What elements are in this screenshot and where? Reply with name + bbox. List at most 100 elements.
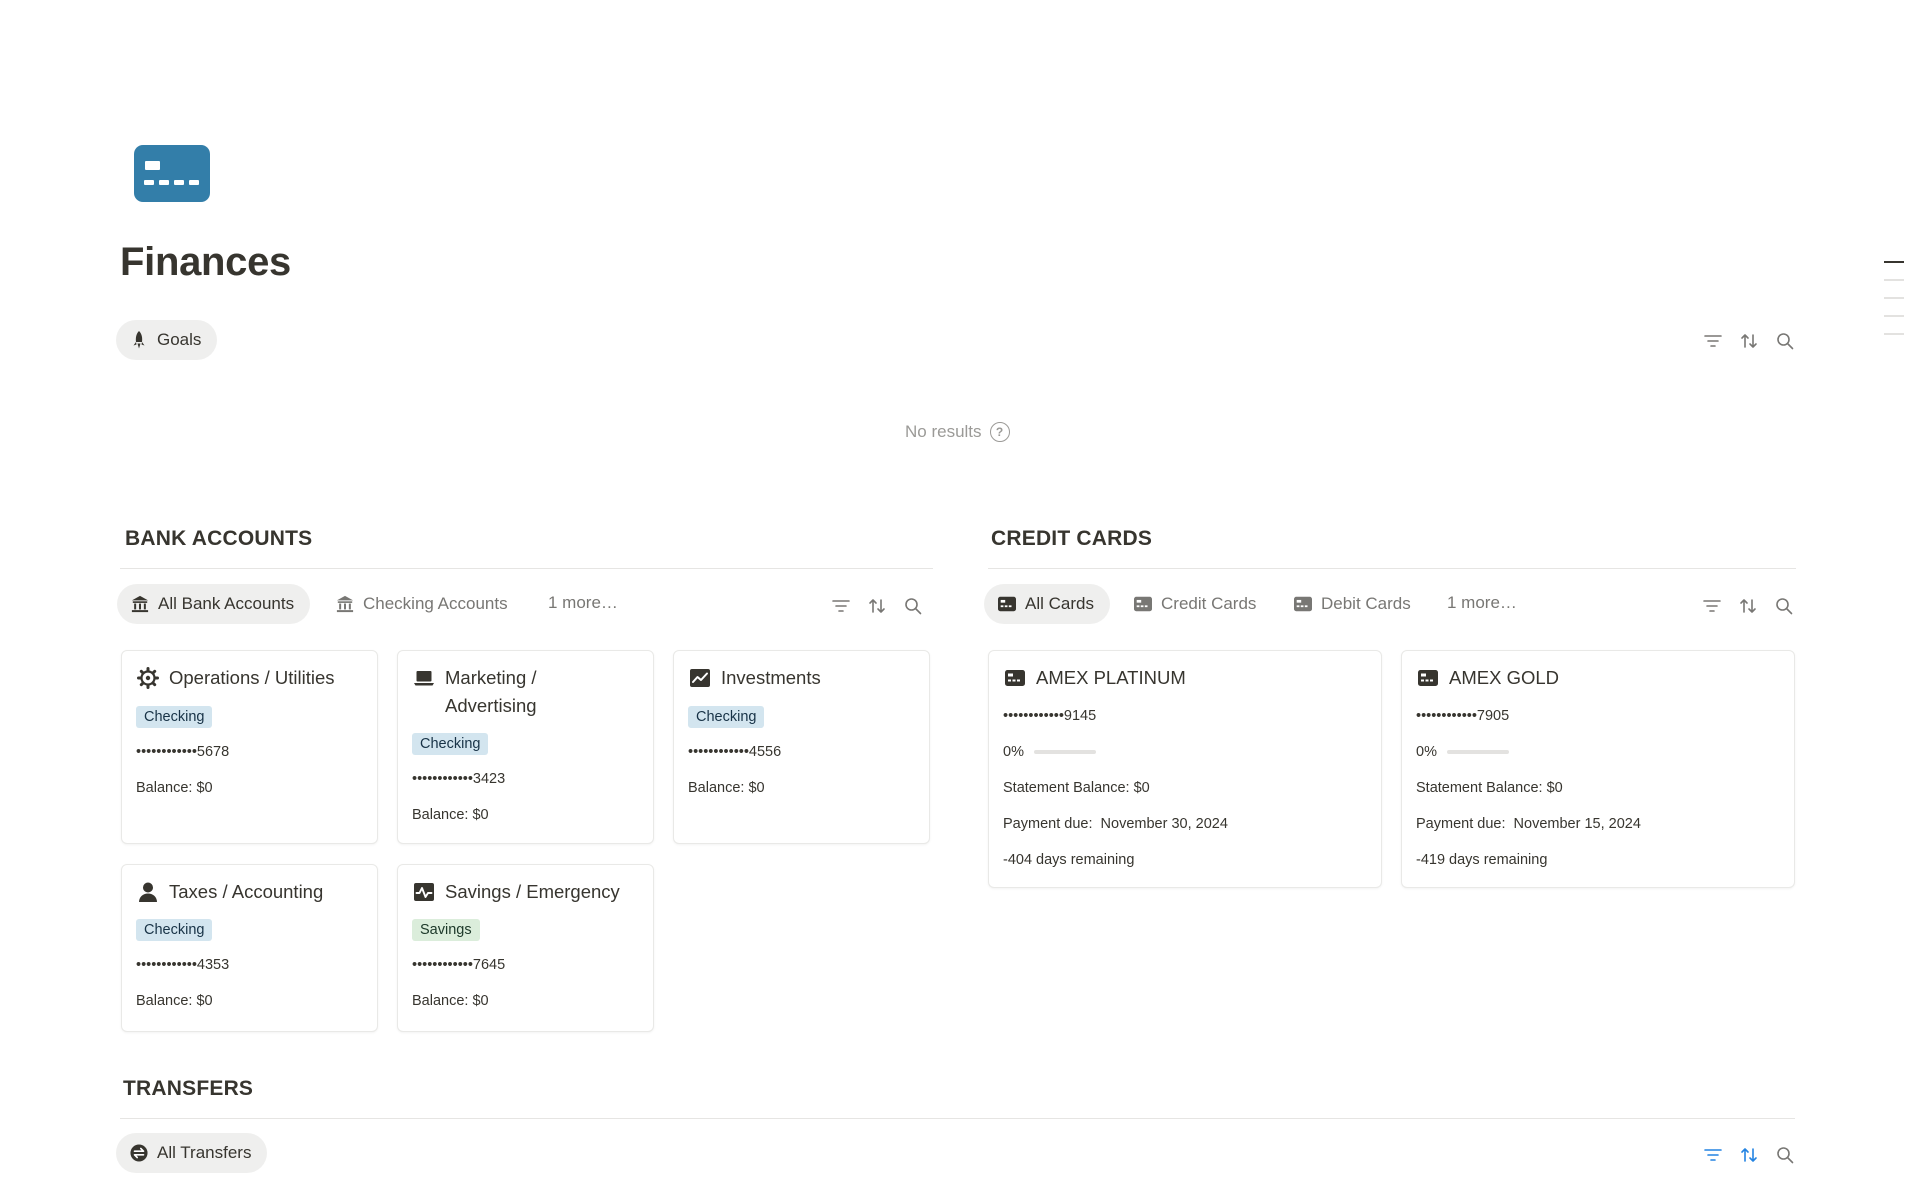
filter-icon[interactable] <box>832 597 850 615</box>
help-icon[interactable]: ? <box>989 422 1010 442</box>
progress-label: 0% <box>1416 744 1437 760</box>
tab-more[interactable]: 1 more… <box>1435 583 1529 623</box>
bank-icon <box>131 595 149 613</box>
tab-debit-cards[interactable]: Debit Cards <box>1282 584 1423 624</box>
toc-line[interactable] <box>1884 261 1904 263</box>
account-type-tag: Checking <box>688 706 765 728</box>
search-icon[interactable] <box>1775 597 1793 615</box>
statement-balance: Statement Balance: $0 <box>1003 780 1150 796</box>
card-title: Taxes / Accounting <box>137 878 323 906</box>
bank-account-card[interactable]: Savings / Emergency Savings ••••••••••••… <box>397 864 654 1032</box>
tab-goals[interactable]: Goals <box>116 320 218 360</box>
filter-icon[interactable] <box>1703 597 1721 615</box>
account-balance: Balance: $0 <box>136 780 213 796</box>
card-title: AMEX GOLD <box>1417 664 1559 692</box>
card-icon <box>1417 667 1439 689</box>
card-title: Savings / Emergency <box>413 878 620 906</box>
laptop-icon <box>413 667 435 689</box>
progress-label: 0% <box>1003 744 1024 760</box>
divider <box>988 568 1796 569</box>
card-icon <box>1004 667 1026 689</box>
divider <box>120 568 933 569</box>
account-balance: Balance: $0 <box>136 993 213 1009</box>
sort-icon[interactable] <box>1740 1146 1758 1164</box>
payment-due: Payment due: November 15, 2024 <box>1416 816 1641 832</box>
sort-icon[interactable] <box>1739 597 1757 615</box>
transfers-toolbar <box>1704 1146 1794 1164</box>
sort-icon[interactable] <box>868 597 886 615</box>
account-type-tag: Checking <box>136 919 213 941</box>
account-number: ••••••••••••4353 <box>136 957 230 973</box>
credit-cards-toolbar <box>1703 597 1793 615</box>
search-icon[interactable] <box>904 597 922 615</box>
credit-cards-title: CREDIT CARDS <box>991 527 1153 550</box>
account-balance: Balance: $0 <box>412 993 489 1009</box>
account-balance: Balance: $0 <box>688 780 765 796</box>
days-remaining: -404 days remaining <box>1003 852 1135 868</box>
tab-label: All Bank Accounts <box>158 594 295 613</box>
toc-line[interactable] <box>1884 315 1904 317</box>
card-name: Savings / Emergency <box>445 881 620 902</box>
sort-icon[interactable] <box>1740 332 1758 350</box>
filter-icon[interactable] <box>1704 332 1722 350</box>
payment-due: Payment due: November 30, 2024 <box>1003 816 1228 832</box>
bank-account-card[interactable]: Operations / Utilities Checking ••••••••… <box>121 650 378 844</box>
tab-label: Debit Cards <box>1321 594 1411 613</box>
chart-line-icon <box>689 667 711 689</box>
card-icon <box>1294 595 1312 613</box>
bank-account-card[interactable]: Investments Checking ••••••••••••4556 Ba… <box>673 650 930 844</box>
card-name: Investments <box>721 667 821 688</box>
card-title: Investments <box>689 664 821 692</box>
gear-icon <box>137 667 159 689</box>
account-type-tag: Savings <box>412 919 480 941</box>
tab-goals-label: Goals <box>157 330 202 349</box>
rocket-icon <box>130 331 148 349</box>
transfers-title: TRANSFERS <box>123 1077 254 1100</box>
card-title: Marketing / Advertising <box>413 664 537 720</box>
card-icon <box>1134 595 1152 613</box>
account-number: ••••••••••••5678 <box>136 744 230 760</box>
credit-card-icon[interactable] <box>134 145 210 202</box>
goals-toolbar <box>1704 332 1794 350</box>
search-icon[interactable] <box>1776 1146 1794 1164</box>
activity-icon <box>413 881 435 903</box>
payment-due-label: Payment due: <box>1003 816 1093 832</box>
statement-balance: Statement Balance: $0 <box>1416 780 1563 796</box>
search-icon[interactable] <box>1776 332 1794 350</box>
filter-icon[interactable] <box>1704 1146 1722 1164</box>
payment-due-date: November 30, 2024 <box>1100 816 1228 832</box>
page: Finances Goals No results ? BANK ACCOUNT… <box>0 0 1920 1199</box>
card-number: ••••••••••••9145 <box>1003 708 1097 724</box>
bank-icon <box>336 595 354 613</box>
card-name: Taxes / Accounting <box>169 881 324 902</box>
card-name-line-2: Advertising <box>445 695 537 716</box>
card-name: Operations / Utilities <box>169 667 335 688</box>
tab-all-bank-accounts[interactable]: All Bank Accounts <box>117 584 311 624</box>
card-number: ••••••••••••7905 <box>1416 708 1510 724</box>
table-of-contents[interactable] <box>1884 261 1904 351</box>
card-name: AMEX PLATINUM <box>1036 667 1186 688</box>
bank-account-card[interactable]: Taxes / Accounting Checking ••••••••••••… <box>121 864 378 1032</box>
progress-track <box>1033 750 1096 754</box>
bank-account-card[interactable]: Marketing / Advertising Checking •••••••… <box>397 650 654 844</box>
toc-line[interactable] <box>1884 333 1904 335</box>
tab-label: All Cards <box>1025 594 1094 613</box>
tab-label: Checking Accounts <box>363 594 508 613</box>
progress-track <box>1446 750 1509 754</box>
credit-card-card[interactable]: AMEX GOLD ••••••••••••7905 0% Statement … <box>1401 650 1795 888</box>
card-name: AMEX GOLD <box>1449 667 1559 688</box>
account-type-tag: Checking <box>412 733 489 755</box>
card-title: Operations / Utilities <box>137 664 335 692</box>
tab-more[interactable]: 1 more… <box>536 583 630 623</box>
account-number: ••••••••••••4556 <box>688 744 782 760</box>
toc-line[interactable] <box>1884 279 1904 281</box>
toc-line[interactable] <box>1884 297 1904 299</box>
page-title: Finances <box>120 240 291 284</box>
tab-credit-cards[interactable]: Credit Cards <box>1122 584 1268 624</box>
tab-all-transfers[interactable]: All Transfers <box>116 1133 268 1173</box>
payment-due-label: Payment due: <box>1416 816 1506 832</box>
tab-checking-accounts[interactable]: Checking Accounts <box>324 584 520 624</box>
tab-all-cards[interactable]: All Cards <box>984 584 1110 624</box>
account-number: ••••••••••••7645 <box>412 957 506 973</box>
credit-card-card[interactable]: AMEX PLATINUM ••••••••••••9145 0% Statem… <box>988 650 1382 888</box>
